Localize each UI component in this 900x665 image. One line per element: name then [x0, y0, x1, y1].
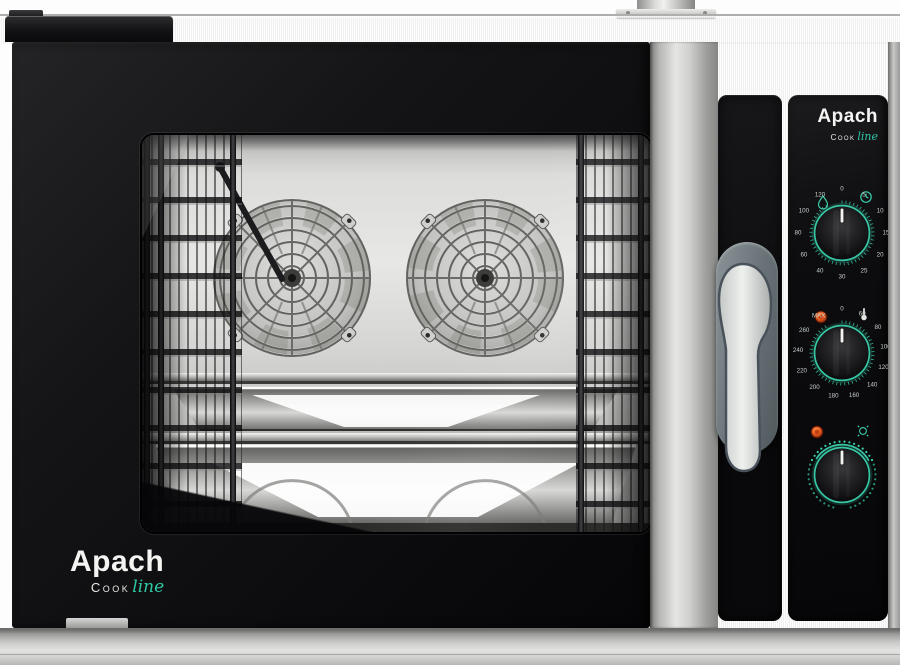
svg-text:80: 80	[795, 230, 802, 237]
humidity-knob[interactable]	[790, 423, 894, 527]
panel-brand-logo: Apach Cookline	[817, 107, 878, 144]
svg-text:60: 60	[800, 252, 807, 259]
svg-text:60: 60	[859, 311, 866, 318]
door-handle[interactable]	[715, 260, 777, 475]
door-hinge-top	[5, 16, 173, 42]
temperature-knob[interactable]: 06080100120140160180200220240260MAX	[790, 301, 894, 405]
door-brand-logo: Apach Cookline	[70, 547, 164, 596]
door-edge-steel-strip	[650, 42, 718, 628]
svg-text:30: 30	[839, 274, 846, 281]
door-glass-window	[140, 133, 652, 534]
svg-text:180: 180	[828, 393, 839, 400]
oven-door: Apach Cookline	[12, 42, 650, 628]
svg-text:260: 260	[799, 327, 810, 334]
fan-left	[213, 199, 371, 357]
brand-sub-cook: Cook	[831, 133, 856, 142]
brand-name: Apach	[817, 107, 878, 126]
convection-oven-photo: Apach Cookline Apach	[0, 0, 900, 665]
svg-text:80: 80	[874, 324, 881, 331]
temperature-probe	[222, 171, 282, 279]
svg-text:100: 100	[799, 208, 810, 215]
baking-tray-lower	[142, 445, 650, 532]
brand-name: Apach	[70, 547, 164, 577]
svg-text:20: 20	[877, 252, 884, 259]
svg-text:40: 40	[817, 268, 824, 275]
rack-shadow	[576, 135, 650, 532]
control-panel: Apach Cookline 051015202530406080100120	[788, 95, 888, 621]
timer-knob[interactable]: 051015202530406080100120	[790, 181, 894, 285]
bottom-plinth	[0, 628, 900, 665]
brand-sub-cook: Cook	[91, 580, 130, 595]
svg-text:5: 5	[862, 192, 866, 199]
temperature-knob-group: 06080100120140160180200220240260MAX	[788, 301, 888, 411]
svg-text:240: 240	[793, 347, 804, 354]
fan-right	[406, 199, 564, 357]
oven-chamber-interior	[142, 135, 650, 532]
svg-text:MAX: MAX	[812, 312, 825, 319]
plinth-seam	[0, 654, 900, 655]
brand-sub-line: line	[857, 130, 878, 143]
tray-rack-right	[576, 135, 650, 532]
svg-text:0: 0	[840, 186, 844, 193]
tray-rack-left	[142, 135, 242, 532]
chamber-shadow	[142, 135, 650, 151]
glass-reflection-wedge	[142, 482, 372, 532]
svg-text:220: 220	[797, 368, 808, 375]
svg-text:140: 140	[867, 382, 878, 389]
tray-rack-bars	[142, 373, 650, 444]
svg-text:120: 120	[815, 192, 826, 199]
svg-text:160: 160	[849, 392, 860, 399]
oven-front: Apach Cookline Apach	[0, 42, 900, 628]
probe-mount	[215, 162, 225, 172]
brand-sub-line: line	[132, 577, 164, 597]
humidity-knob-group	[788, 423, 888, 533]
svg-text:25: 25	[861, 268, 868, 275]
svg-text:10: 10	[877, 208, 884, 215]
rack-shadow	[142, 135, 242, 532]
right-frame-edge	[888, 42, 900, 628]
baking-tray-upper	[172, 387, 620, 431]
svg-text:200: 200	[809, 384, 820, 391]
timer-knob-group: 051015202530406080100120	[788, 181, 888, 291]
svg-text:0: 0	[840, 306, 844, 313]
